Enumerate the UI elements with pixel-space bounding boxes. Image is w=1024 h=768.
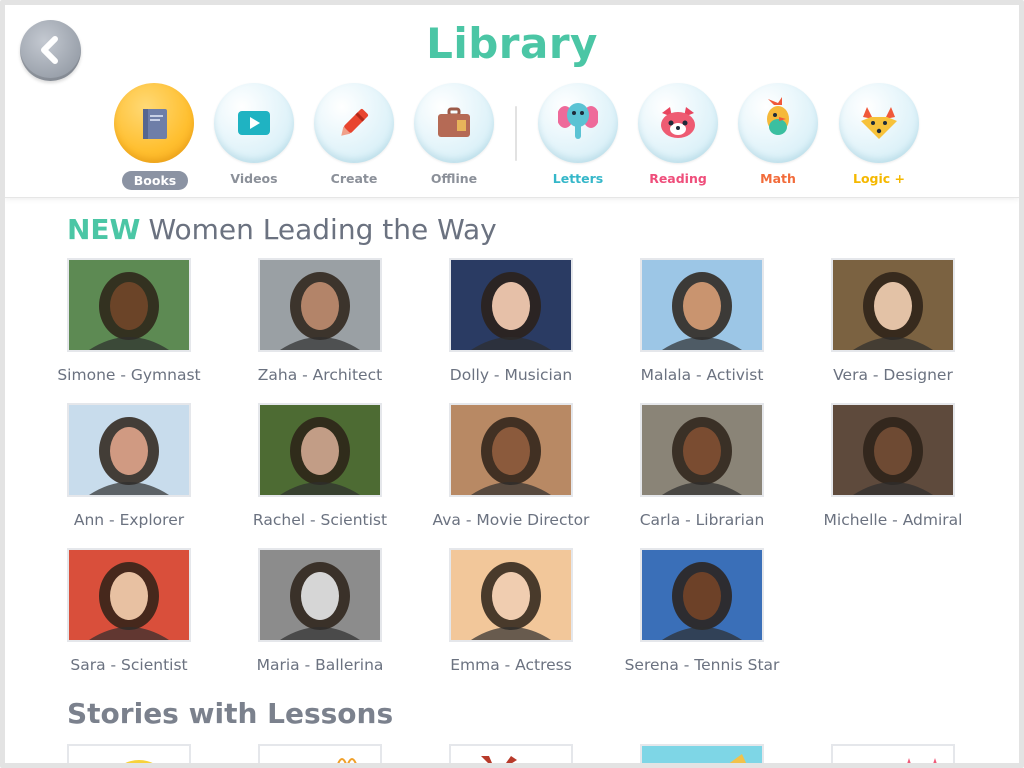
lesson-card[interactable] (67, 744, 191, 763)
portrait-image (853, 417, 933, 495)
book-card[interactable] (640, 548, 764, 642)
nav-label: Create (330, 171, 378, 186)
nav-label: Logic + (852, 171, 906, 186)
elephant-icon (558, 103, 598, 139)
book-icon (143, 109, 167, 139)
portrait-image (280, 562, 360, 640)
portrait-image (662, 272, 742, 350)
book-card[interactable] (640, 258, 764, 352)
book-card[interactable] (449, 258, 573, 352)
portrait-image (662, 562, 742, 640)
lesson-thumbnail (907, 758, 937, 763)
nav-item-books[interactable]: Books (109, 81, 199, 191)
nav-label: Offline (430, 171, 478, 186)
book-card[interactable] (831, 403, 955, 497)
category-nav: Books Videos Create Offline Letters Read… (5, 81, 1019, 191)
book-label: Emma - Actress (450, 656, 572, 674)
new-badge: NEW (67, 213, 141, 246)
portrait-image (280, 417, 360, 495)
lesson-card[interactable] (640, 744, 764, 763)
header: Library Books Videos Create Offline Lett… (5, 5, 1019, 198)
book-card[interactable] (258, 403, 382, 497)
book-label: Malala - Activist (640, 366, 764, 384)
book-label: Ava - Movie Director (432, 511, 590, 529)
nav-bubble (214, 83, 294, 163)
book-label: Zaha - Architect (257, 366, 383, 384)
nav-label: Books (122, 171, 188, 190)
portrait-image (89, 562, 169, 640)
book-label: Serena - Tennis Star (624, 656, 780, 674)
nav-bubble (638, 83, 718, 163)
nav-bubble (738, 83, 818, 163)
portrait-image (471, 417, 551, 495)
book-card[interactable] (258, 548, 382, 642)
book-label: Dolly - Musician (449, 366, 573, 384)
nav-bubble (414, 83, 494, 163)
book-label: Rachel - Scientist (252, 511, 388, 529)
book-label: Sara - Scientist (70, 656, 188, 674)
nav-label: Math (760, 171, 796, 186)
nav-bubble (314, 83, 394, 163)
lesson-card[interactable] (831, 744, 955, 763)
page-title: Library (426, 19, 598, 68)
app-frame: Library Books Videos Create Offline Lett… (0, 0, 1024, 768)
nav-label: Letters (552, 171, 604, 186)
nav-bubble (114, 83, 194, 163)
lesson-thumbnail (337, 758, 357, 763)
nav-bubble (839, 83, 919, 163)
portrait-image (89, 272, 169, 350)
nav-item-logic[interactable]: Logic + (834, 81, 924, 191)
nav-item-math[interactable]: Math (733, 81, 823, 191)
portrait-image (853, 272, 933, 350)
book-card[interactable] (258, 258, 382, 352)
book-card[interactable] (640, 403, 764, 497)
book-label: Vera - Designer (833, 366, 953, 384)
nav-item-videos[interactable]: Videos (209, 81, 299, 191)
book-label: Carla - Librarian (639, 511, 765, 529)
portrait-image (89, 417, 169, 495)
section-title-women: NEW Women Leading the Way (67, 213, 497, 246)
book-card[interactable] (449, 548, 573, 642)
portrait-image (471, 562, 551, 640)
book-card[interactable] (67, 403, 191, 497)
portrait-image (471, 272, 551, 350)
portrait-image (280, 272, 360, 350)
red-panda-icon (661, 107, 695, 138)
fox-icon (861, 107, 897, 139)
nav-divider (515, 106, 517, 161)
book-card[interactable] (449, 403, 573, 497)
nav-item-create[interactable]: Create (309, 81, 399, 191)
nav-item-reading[interactable]: Reading (633, 81, 723, 191)
video-play-icon (238, 111, 270, 135)
bird-icon (767, 97, 789, 135)
book-card[interactable] (67, 258, 191, 352)
book-label: Michelle - Admiral (823, 511, 963, 529)
nav-item-offline[interactable]: Offline (409, 81, 499, 191)
book-card[interactable] (831, 258, 955, 352)
book-label: Simone - Gymnast (57, 366, 201, 384)
lesson-card[interactable] (449, 744, 573, 763)
section-title-text: Women Leading the Way (148, 213, 497, 246)
book-label: Maria - Ballerina (256, 656, 384, 674)
lesson-card[interactable] (258, 744, 382, 763)
lesson-thumbnail (481, 756, 517, 763)
portrait-image (662, 417, 742, 495)
nav-item-letters[interactable]: Letters (533, 81, 623, 191)
nav-label: Reading (649, 171, 707, 186)
suitcase-icon (438, 107, 470, 137)
section-title-lessons: Stories with Lessons (67, 697, 394, 730)
book-label: Ann - Explorer (73, 511, 185, 529)
nav-bubble (538, 83, 618, 163)
lesson-thumbnail (125, 760, 153, 763)
book-card[interactable] (67, 548, 191, 642)
nav-label: Videos (230, 171, 278, 186)
crayon-icon (341, 108, 369, 136)
lesson-thumbnail (729, 754, 747, 763)
